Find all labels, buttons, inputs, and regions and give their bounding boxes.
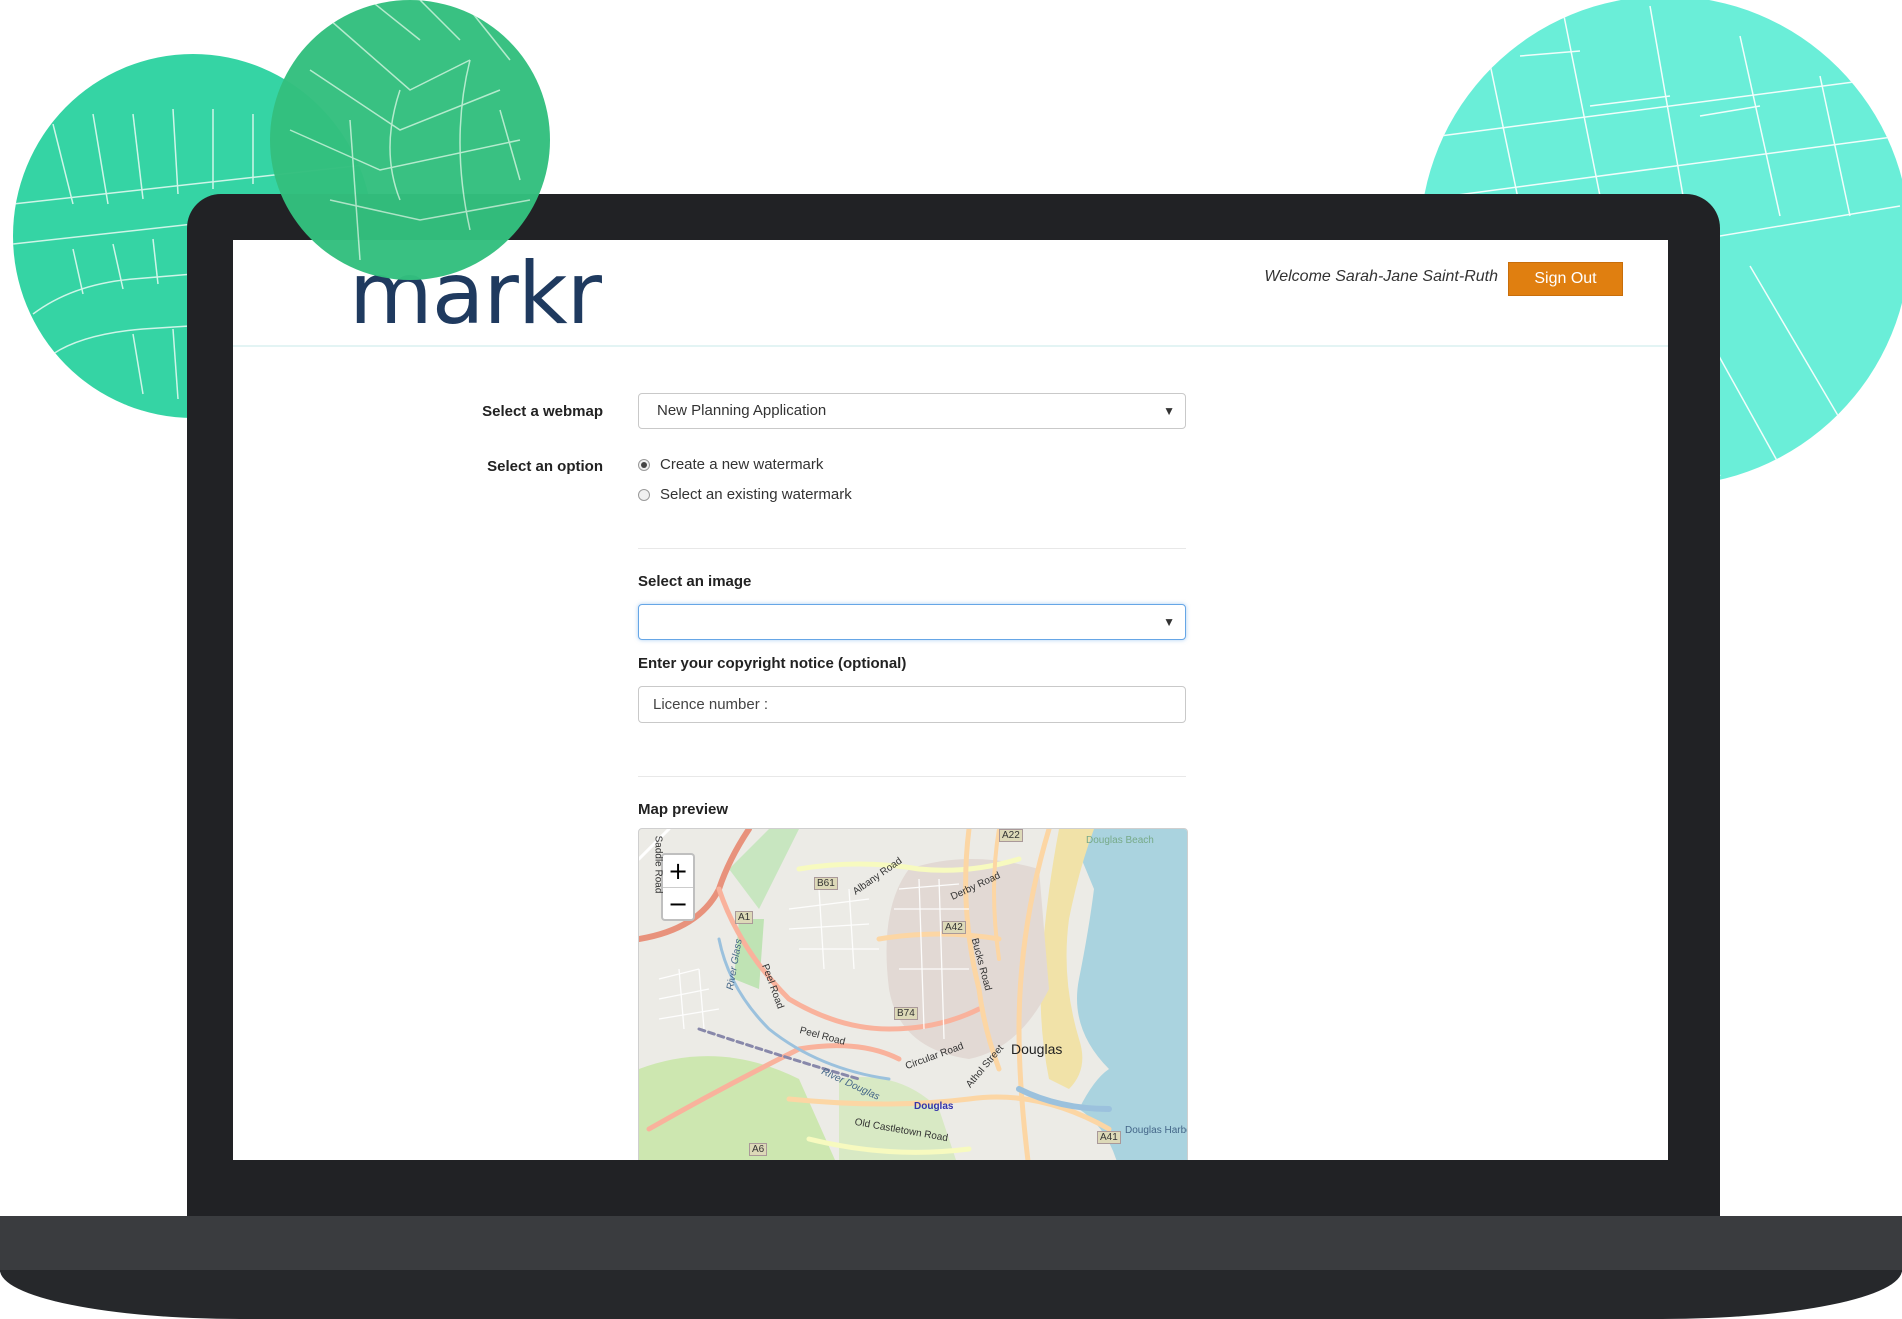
copyright-label: Enter your copyright notice (optional) — [638, 655, 907, 672]
webmap-select[interactable]: New Planning Application ▼ — [638, 393, 1186, 429]
image-select[interactable]: ▼ — [638, 604, 1186, 640]
decorative-map-circle-center — [270, 0, 550, 280]
app-screen: markr Welcome Sarah-Jane Saint-Ruth Sign… — [233, 240, 1668, 1160]
radio-create-watermark[interactable]: Create a new watermark — [638, 456, 823, 473]
map-label-douglas: Douglas — [1011, 1041, 1063, 1057]
map-label-douglas-beach: Douglas Beach — [1086, 835, 1154, 846]
road-badge: A41 — [1097, 1131, 1121, 1144]
laptop-bottom-edge — [0, 1270, 1902, 1319]
option-label: Select an option — [487, 458, 603, 475]
road-badge: A42 — [942, 921, 966, 934]
road-badge: B61 — [814, 877, 838, 890]
copyright-input-value: Licence number : — [653, 696, 769, 713]
laptop-base — [0, 1216, 1902, 1272]
section-divider — [638, 548, 1186, 549]
zoom-out-button[interactable]: − — [663, 888, 693, 920]
map-label-saddle-road: Saddle Road — [652, 835, 664, 894]
radio-button[interactable] — [638, 488, 650, 501]
radio-existing-watermark[interactable]: Select an existing watermark — [638, 486, 852, 503]
image-label: Select an image — [638, 573, 752, 590]
section-divider — [638, 776, 1186, 777]
map-preview[interactable]: + − Douglas Douglas Beach Douglas Harbou… — [638, 828, 1188, 1160]
map-label-douglas-station: Douglas — [914, 1101, 954, 1112]
chevron-down-icon: ▼ — [1163, 615, 1175, 629]
map-tiles — [639, 829, 1187, 1160]
radio-label: Select an existing watermark — [660, 486, 852, 503]
sign-out-button[interactable]: Sign Out — [1508, 262, 1623, 296]
chevron-down-icon: ▼ — [1163, 404, 1175, 418]
map-label-douglas-harbour: Douglas Harbour — [1125, 1125, 1187, 1136]
webmap-select-value: New Planning Application — [657, 402, 827, 419]
welcome-message: Welcome Sarah-Jane Saint-Ruth — [1264, 268, 1498, 285]
road-badge: A1 — [735, 911, 754, 924]
webmap-label: Select a webmap — [482, 403, 603, 420]
road-badge: B74 — [894, 1007, 918, 1020]
map-preview-label: Map preview — [638, 801, 729, 818]
road-badge: A6 — [749, 1143, 768, 1156]
zoom-control: + − — [661, 853, 695, 921]
zoom-in-button[interactable]: + — [663, 855, 693, 888]
radio-label: Create a new watermark — [660, 456, 824, 473]
copyright-input[interactable]: Licence number : — [638, 686, 1186, 723]
road-badge: A22 — [999, 829, 1023, 842]
radio-button-checked[interactable] — [638, 458, 650, 471]
